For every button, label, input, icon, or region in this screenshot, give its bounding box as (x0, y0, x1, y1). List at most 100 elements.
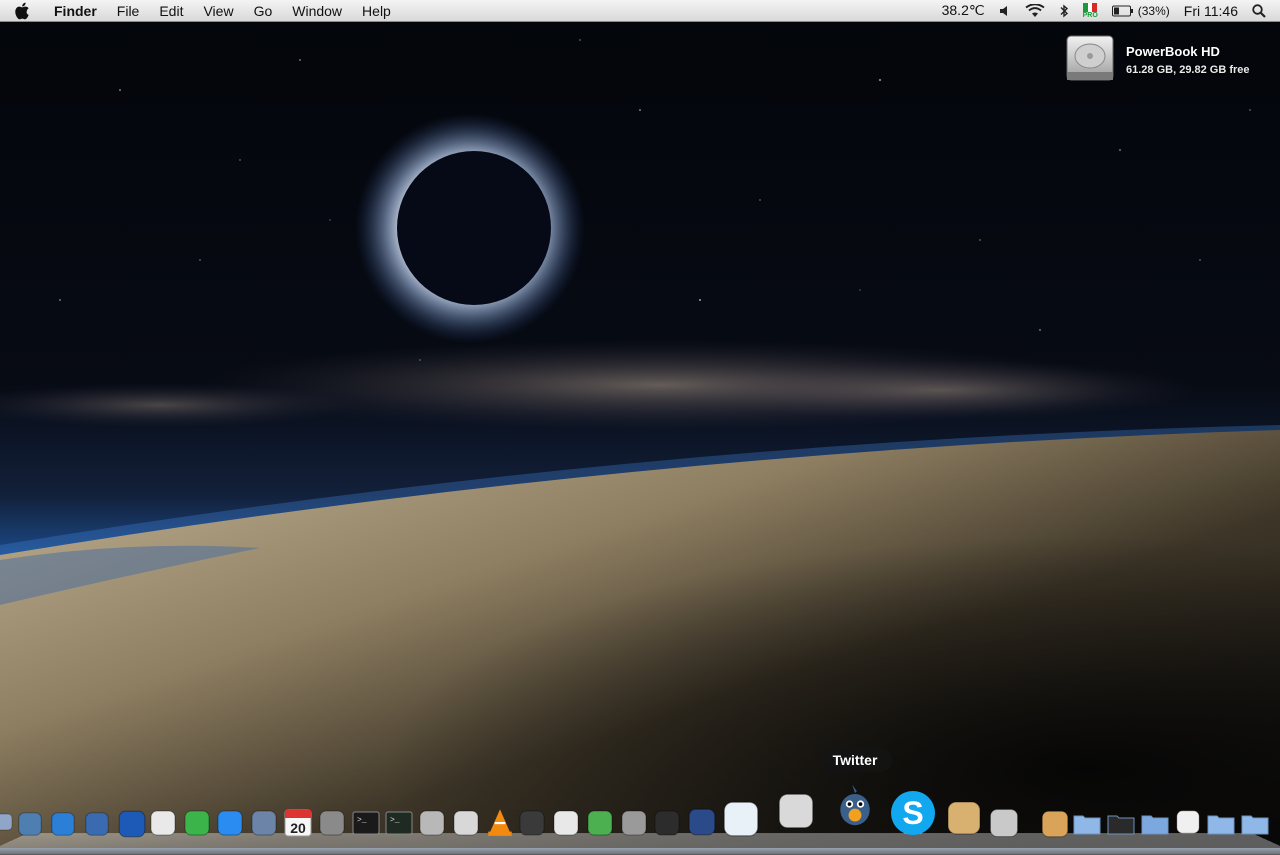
dock-item-twitter[interactable] (832, 782, 878, 828)
spotlight-search-icon[interactable] (1252, 3, 1266, 18)
menu-file[interactable]: File (107, 0, 150, 22)
vlc-icon (488, 809, 512, 836)
calculator-icon (621, 810, 647, 836)
dock-item-documents-folder[interactable] (1206, 808, 1236, 838)
dock-item-folder[interactable] (1072, 808, 1102, 838)
dock-item-ical[interactable]: 20 (283, 808, 313, 838)
input-source-label: PRO (1082, 11, 1098, 19)
dock-item-classic-mac[interactable] (775, 790, 817, 832)
volume-icon[interactable] (999, 5, 1011, 17)
dock-item-script-editor[interactable] (551, 808, 581, 838)
system-preferences-icon (319, 810, 345, 836)
desktop-wallpaper (0, 0, 1280, 854)
preview-icon (0, 813, 13, 831)
dock-item-image-capture[interactable] (249, 808, 279, 838)
dock-item-dreamweaver[interactable] (585, 808, 615, 838)
apple-menu[interactable] (0, 2, 44, 20)
hard-drive-icon (1066, 35, 1114, 81)
svg-text:>_: >_ (390, 816, 400, 825)
downloads-stack-icon (1041, 810, 1069, 838)
terminal-icon: >_ (352, 811, 380, 835)
desktop-drive[interactable]: PowerBook HD 61.28 GB, 29.82 GB free (1064, 34, 1264, 86)
dock-item-disk-utility[interactable] (417, 808, 447, 838)
dock-item-pdf-app[interactable] (987, 806, 1021, 840)
stuffit-icon (947, 801, 981, 835)
drive-info: 61.28 GB, 29.82 GB free (1126, 64, 1250, 76)
dreamweaver-icon (587, 810, 613, 836)
dock-item-rocket-app[interactable] (451, 808, 481, 838)
ical-icon: 20 (284, 809, 312, 837)
dock-item-safari[interactable] (49, 810, 77, 838)
dock-item-system-preferences[interactable] (317, 808, 347, 838)
menu-help[interactable]: Help (352, 0, 401, 22)
menu-finder[interactable]: Finder (44, 0, 107, 22)
battery-status[interactable]: (33%) (1111, 3, 1170, 18)
documents-folder-icon (1207, 815, 1235, 835)
quill-app-icon (723, 801, 759, 837)
typography-app-icon (688, 808, 716, 836)
temperature-readout[interactable]: 38.2℃ (942, 2, 985, 19)
menu-view[interactable]: View (193, 0, 243, 22)
final-cut-icon (654, 810, 680, 836)
world-globe-icon (118, 810, 146, 838)
folder-sync-icon (1141, 815, 1169, 835)
dock-item-activity-monitor[interactable]: >_ (384, 808, 414, 838)
dock-item-stuffit[interactable] (944, 798, 984, 838)
classic-mac-icon (778, 793, 814, 829)
menu-window[interactable]: Window (282, 0, 352, 22)
script-editor-icon (553, 810, 579, 836)
dock-item-world-globe[interactable] (116, 808, 148, 840)
dock-item-folder-sync[interactable] (1140, 808, 1170, 838)
battery-icon (1111, 5, 1133, 16)
dock-item-mail-stamp[interactable] (16, 810, 44, 838)
dock-item-skype[interactable]: S (888, 788, 938, 838)
dock-item-typography-app[interactable] (686, 806, 718, 838)
drive-name: PowerBook HD (1126, 44, 1220, 59)
menu-go[interactable]: Go (244, 0, 283, 22)
zip-file-icon (1176, 810, 1200, 834)
image-capture-icon (251, 810, 277, 836)
dock-item-folder-dark[interactable] (1106, 808, 1136, 838)
folder-dark-icon (1107, 815, 1135, 835)
menu-clock[interactable]: Fri 11:46 (1184, 3, 1238, 19)
dock-item-final-cut[interactable] (652, 808, 682, 838)
applications-folder-icon (1241, 815, 1269, 835)
dock-item-quill-app[interactable] (720, 798, 762, 840)
network-utility-icon (85, 812, 109, 836)
pdf-app-icon (989, 808, 1019, 838)
activity-monitor-icon: >_ (385, 811, 413, 835)
apple-icon (15, 2, 29, 19)
battery-percent: (33%) (1137, 3, 1170, 18)
dock-item-vlc[interactable] (484, 806, 516, 838)
input-source[interactable]: PRO (1082, 2, 1098, 19)
wifi-icon[interactable] (1025, 3, 1045, 18)
dock-tooltip: Twitter (818, 748, 892, 772)
dock-item-network-utility[interactable] (83, 810, 111, 838)
dock-item-applications-folder[interactable] (1240, 808, 1270, 838)
dock-item-itunes[interactable] (215, 808, 245, 838)
safari-icon (51, 812, 75, 836)
dock-item-preview[interactable] (0, 812, 14, 832)
bluetooth-icon[interactable] (1059, 4, 1069, 18)
dvd-player-icon (519, 810, 545, 836)
itunes-icon (217, 810, 243, 836)
dock-item-dvd-player[interactable] (517, 808, 547, 838)
dock-item-calculator[interactable] (619, 808, 649, 838)
skype-icon: S (891, 791, 935, 835)
dock-item-textedit[interactable] (148, 808, 178, 838)
rocket-app-icon (453, 810, 479, 836)
italy-flag-icon (1083, 2, 1098, 12)
menu-edit[interactable]: Edit (149, 0, 193, 22)
twitter-icon (840, 784, 870, 826)
dock-item-leaf-app[interactable] (182, 808, 212, 838)
menu-bar: Finder File Edit View Go Window Help 38.… (0, 0, 1280, 22)
dock-base (0, 848, 1280, 854)
svg-text:20: 20 (290, 820, 306, 836)
disk-utility-icon (419, 810, 445, 836)
svg-text:>_: >_ (357, 816, 367, 825)
dock-item-zip-file[interactable] (1174, 808, 1202, 836)
status-area: 38.2℃ PRO (33%) Fri 11:46 (928, 0, 1280, 22)
mail-stamp-icon (18, 812, 42, 836)
dock-item-downloads-stack[interactable] (1039, 808, 1071, 840)
dock-item-terminal[interactable]: >_ (351, 808, 381, 838)
